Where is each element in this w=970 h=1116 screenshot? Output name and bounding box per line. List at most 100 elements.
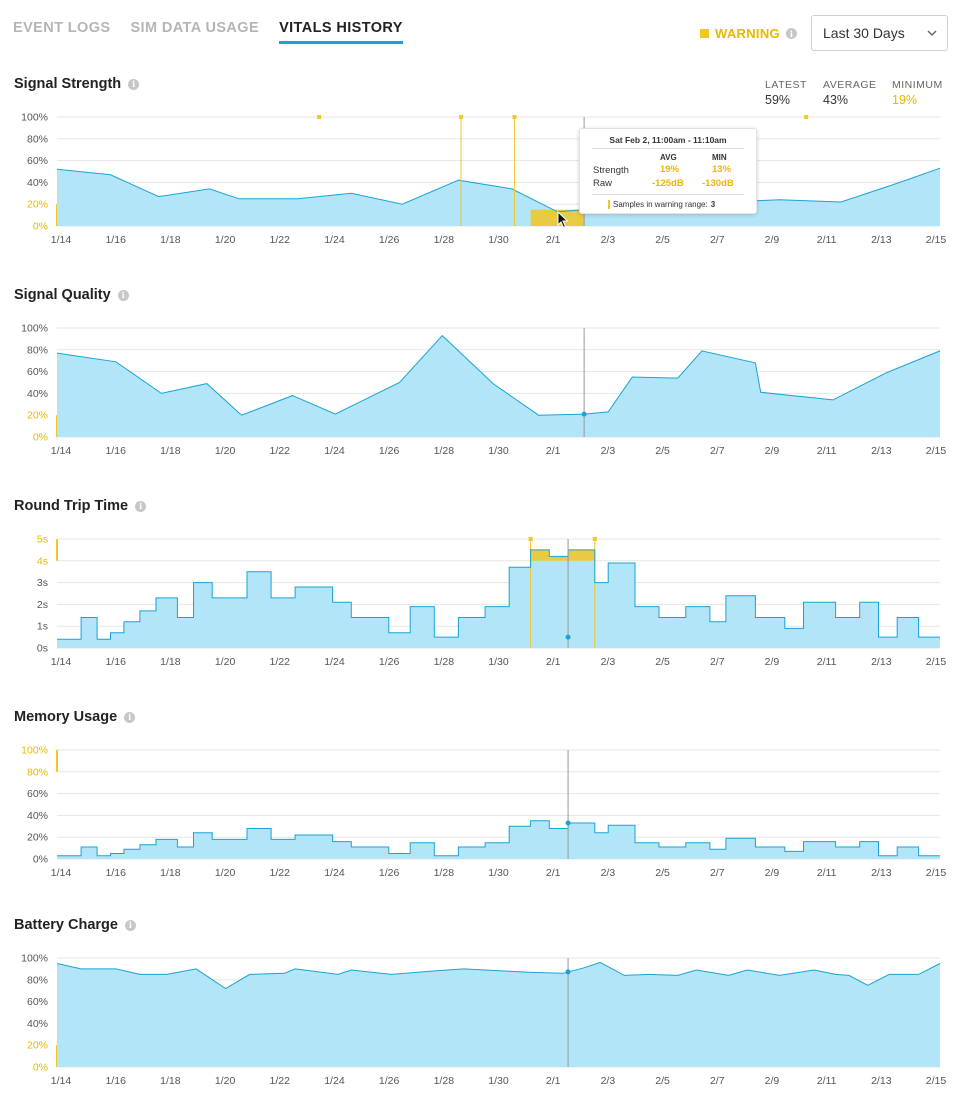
stat-minimum-label: MINIMUM xyxy=(892,79,943,91)
warning-region xyxy=(549,556,569,561)
x-tick-label: 2/5 xyxy=(655,656,670,668)
signal-quality-title-text: Signal Quality xyxy=(14,287,111,303)
x-tick-label: 2/9 xyxy=(765,234,780,246)
y-tick-label: 100% xyxy=(21,112,48,124)
x-tick-label: 1/20 xyxy=(215,1075,236,1087)
tooltip-divider xyxy=(592,148,744,149)
series-area xyxy=(57,168,940,226)
warning-region xyxy=(568,549,595,561)
stat-average: AVERAGE 43% xyxy=(823,79,877,107)
x-tick-label: 2/5 xyxy=(655,1075,670,1087)
x-tick-label: 2/5 xyxy=(655,234,670,246)
x-tick-label: 1/22 xyxy=(270,1075,291,1087)
x-tick-label: 2/1 xyxy=(546,445,561,457)
tooltip-footer-text: Samples in warning range: xyxy=(613,200,708,209)
stat-minimum: MINIMUM 19% xyxy=(892,79,943,107)
x-tick-label: 2/13 xyxy=(871,445,892,457)
y-tick-label: 0% xyxy=(33,432,48,444)
x-tick-label: 2/11 xyxy=(817,234,837,246)
memory-usage-info-icon[interactable]: i xyxy=(124,711,136,723)
battery-charge-title: Battery Charge i xyxy=(14,917,136,933)
x-tick-label: 2/1 xyxy=(546,234,561,246)
battery-charge-chart[interactable]: 0% 20% 40% 60% 80% 100% 1/14 1/16 1/18 1/20 1/22 1/… xyxy=(0,949,970,1099)
tab-sim-data-usage[interactable]: SIM DATA USAGE xyxy=(130,20,259,44)
x-tick-label: 1/28 xyxy=(434,234,455,246)
tooltip-row-strength-avg: 19% xyxy=(660,164,680,175)
y-tick-label: 40% xyxy=(27,1018,48,1030)
x-tick-label: 1/16 xyxy=(105,1075,126,1087)
hover-point xyxy=(565,634,571,640)
y-tick-label: 4s xyxy=(37,555,48,567)
x-tick-label: 2/9 xyxy=(765,445,780,457)
x-tick-label: 2/7 xyxy=(710,1075,725,1087)
signal-strength-tooltip: Sat Feb 2, 11:00am - 11:10am AVG MIN Str… xyxy=(579,128,757,214)
signal-strength-info-icon[interactable]: i xyxy=(128,78,140,90)
y-tick-label: 80% xyxy=(27,133,48,145)
series-area xyxy=(57,820,940,859)
round-trip-time-chart[interactable]: 0s 1s 2s 3s 4s 5s 1/14 1/16 1/18 1/20 1/22 1/24 1/26… xyxy=(0,530,970,680)
warning-marker xyxy=(804,115,809,119)
x-tick-label: 1/20 xyxy=(215,445,236,457)
memory-usage-chart[interactable]: 0% 20% 40% 60% 80% 100% 1/14 1/16 1/18 1/20 1/22 1/… xyxy=(0,741,970,891)
x-tick-label: 1/18 xyxy=(160,234,181,246)
stat-latest-label: LATEST xyxy=(765,79,807,91)
x-tick-label: 1/18 xyxy=(160,445,181,457)
y-tick-label: 20% xyxy=(27,832,48,844)
x-tick-label: 2/11 xyxy=(817,445,837,457)
x-tick-label: 2/3 xyxy=(601,445,616,457)
y-tick-label: 0% xyxy=(33,221,48,233)
signal-quality-title: Signal Quality i xyxy=(14,287,129,303)
warning-marker xyxy=(317,115,322,119)
y-tick-label: 20% xyxy=(27,410,48,422)
signal-strength-title: Signal Strength i xyxy=(14,76,140,92)
x-tick-label: 1/14 xyxy=(51,234,72,246)
x-tick-label: 1/26 xyxy=(379,1075,400,1087)
round-trip-time-title-text: Round Trip Time xyxy=(14,498,129,514)
x-tick-label: 1/18 xyxy=(160,656,181,668)
signal-quality-info-icon[interactable]: i xyxy=(117,289,129,301)
y-tick-label: 0% xyxy=(33,854,48,866)
round-trip-time-info-icon[interactable]: i xyxy=(135,500,147,512)
x-tick-label: 2/15 xyxy=(926,867,947,879)
signal-quality-chart[interactable]: 0% 20% 40% 60% 80% 100% 1/14 1/16 1/18 1/20 1/22 1/… xyxy=(0,319,970,469)
x-tick-label: 1/28 xyxy=(434,867,455,879)
x-tick-label: 1/30 xyxy=(488,445,509,457)
y-tick-label: 100% xyxy=(21,953,48,965)
x-tick-label: 2/7 xyxy=(710,656,725,668)
date-range-select[interactable]: Last 30 Days xyxy=(811,15,948,51)
mouse-cursor-icon xyxy=(557,211,569,229)
x-tick-label: 1/26 xyxy=(379,656,400,668)
tooltip-row-raw-avg: -125dB xyxy=(652,178,684,189)
x-tick-label: 2/9 xyxy=(765,656,780,668)
warning-info-icon[interactable]: i xyxy=(785,28,797,39)
x-tick-label: 1/14 xyxy=(51,867,72,879)
x-tick-label: 2/15 xyxy=(926,656,947,668)
x-tick-label: 1/16 xyxy=(105,867,126,879)
y-tick-label: 100% xyxy=(21,323,48,335)
signal-strength-chart[interactable]: 0% 20% 40% 60% 80% 100% 1/14 1/16 1/18 1/20 1/22 1/… xyxy=(0,108,970,258)
x-tick-label: 2/3 xyxy=(601,234,616,246)
x-tick-label: 1/20 xyxy=(215,656,236,668)
tooltip-row-raw-label: Raw xyxy=(593,178,613,189)
x-tick-label: 1/26 xyxy=(379,445,400,457)
tooltip-footer: Samples in warning range: 3 xyxy=(608,200,715,209)
y-tick-label: 80% xyxy=(27,766,48,778)
x-tick-label: 1/14 xyxy=(51,445,72,457)
tooltip-col-avg: AVG xyxy=(660,153,677,162)
tooltip-warning-bar xyxy=(608,200,610,209)
x-tick-label: 1/30 xyxy=(488,656,509,668)
date-range-value: Last 30 Days xyxy=(823,25,905,41)
y-tick-label: 40% xyxy=(27,388,48,400)
x-tick-label: 2/15 xyxy=(926,234,947,246)
x-tick-label: 2/13 xyxy=(871,656,892,668)
warning-legend: WARNING i xyxy=(700,26,797,41)
tab-event-logs[interactable]: EVENT LOGS xyxy=(13,20,110,44)
x-tick-label: 2/7 xyxy=(710,867,725,879)
x-tick-label: 1/24 xyxy=(324,1075,345,1087)
stat-latest-value: 59% xyxy=(765,93,791,107)
tab-vitals-history[interactable]: VITALS HISTORY xyxy=(279,20,403,44)
x-tick-label: 1/14 xyxy=(51,1075,72,1087)
battery-charge-info-icon[interactable]: i xyxy=(124,919,136,931)
tooltip-footer-count: 3 xyxy=(710,200,716,209)
x-tick-label: 1/22 xyxy=(270,867,291,879)
